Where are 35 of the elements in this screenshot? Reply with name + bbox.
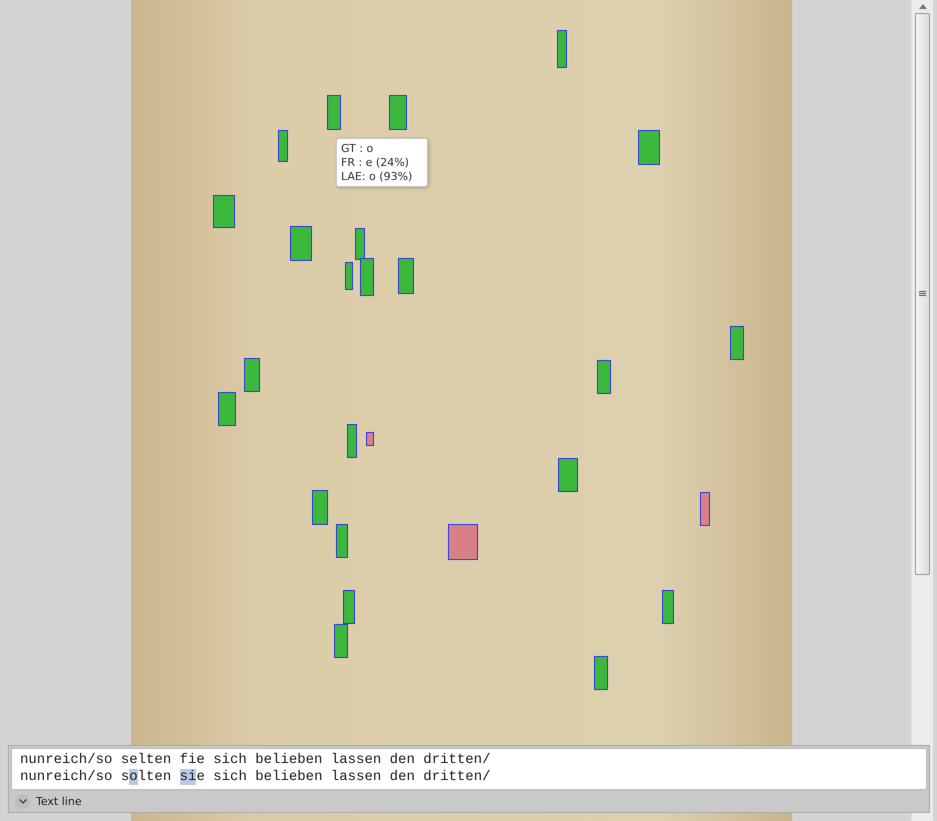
highlight-box[interactable] xyxy=(355,228,365,260)
highlight-box[interactable] xyxy=(278,130,288,162)
highlight-box[interactable] xyxy=(662,590,674,624)
highlight-box[interactable] xyxy=(336,524,348,558)
highlight-box[interactable] xyxy=(594,656,608,690)
highlight-box[interactable] xyxy=(366,432,374,446)
highlight-box[interactable] xyxy=(290,226,312,261)
chevron-down-icon xyxy=(18,799,26,804)
text-field[interactable]: nunreich/so selten fie sich belieben lassen den dritten/ nunreich/so solten sie sich belieben lassen den dritten/ xyxy=(11,748,927,790)
highlight-box[interactable] xyxy=(343,590,355,624)
highlight-box[interactable] xyxy=(347,424,357,458)
highlight-box[interactable] xyxy=(244,358,260,392)
text-line-toggle[interactable]: Text line xyxy=(15,794,82,809)
tooltip-text: GT : o xyxy=(341,142,374,155)
highlight-box[interactable] xyxy=(558,458,578,492)
highlight-box[interactable] xyxy=(218,392,236,426)
highlight-box[interactable] xyxy=(448,524,478,560)
highlight-box[interactable] xyxy=(334,624,348,658)
up-arrow-icon[interactable] xyxy=(918,4,926,9)
tooltip-text: LAE: o (93%) xyxy=(341,170,414,183)
tooltip-text: FR : e (24%) xyxy=(341,156,410,169)
highlight-box[interactable] xyxy=(638,130,660,165)
highlight-box[interactable] xyxy=(700,492,710,526)
highlight-box[interactable] xyxy=(389,95,407,130)
scroll-thumb[interactable] xyxy=(915,13,930,575)
highlight-box[interactable] xyxy=(360,258,374,296)
highlight-box[interactable] xyxy=(557,30,567,68)
highlight-box[interactable] xyxy=(213,195,235,228)
highlight-box[interactable] xyxy=(327,95,341,130)
highlight-box[interactable] xyxy=(398,258,414,294)
highlight-box[interactable] xyxy=(597,360,611,394)
highlight-box[interactable] xyxy=(730,326,744,360)
highlight-box[interactable] xyxy=(312,490,328,525)
scrollbar[interactable] xyxy=(911,0,933,821)
highlight-box[interactable] xyxy=(345,262,353,290)
